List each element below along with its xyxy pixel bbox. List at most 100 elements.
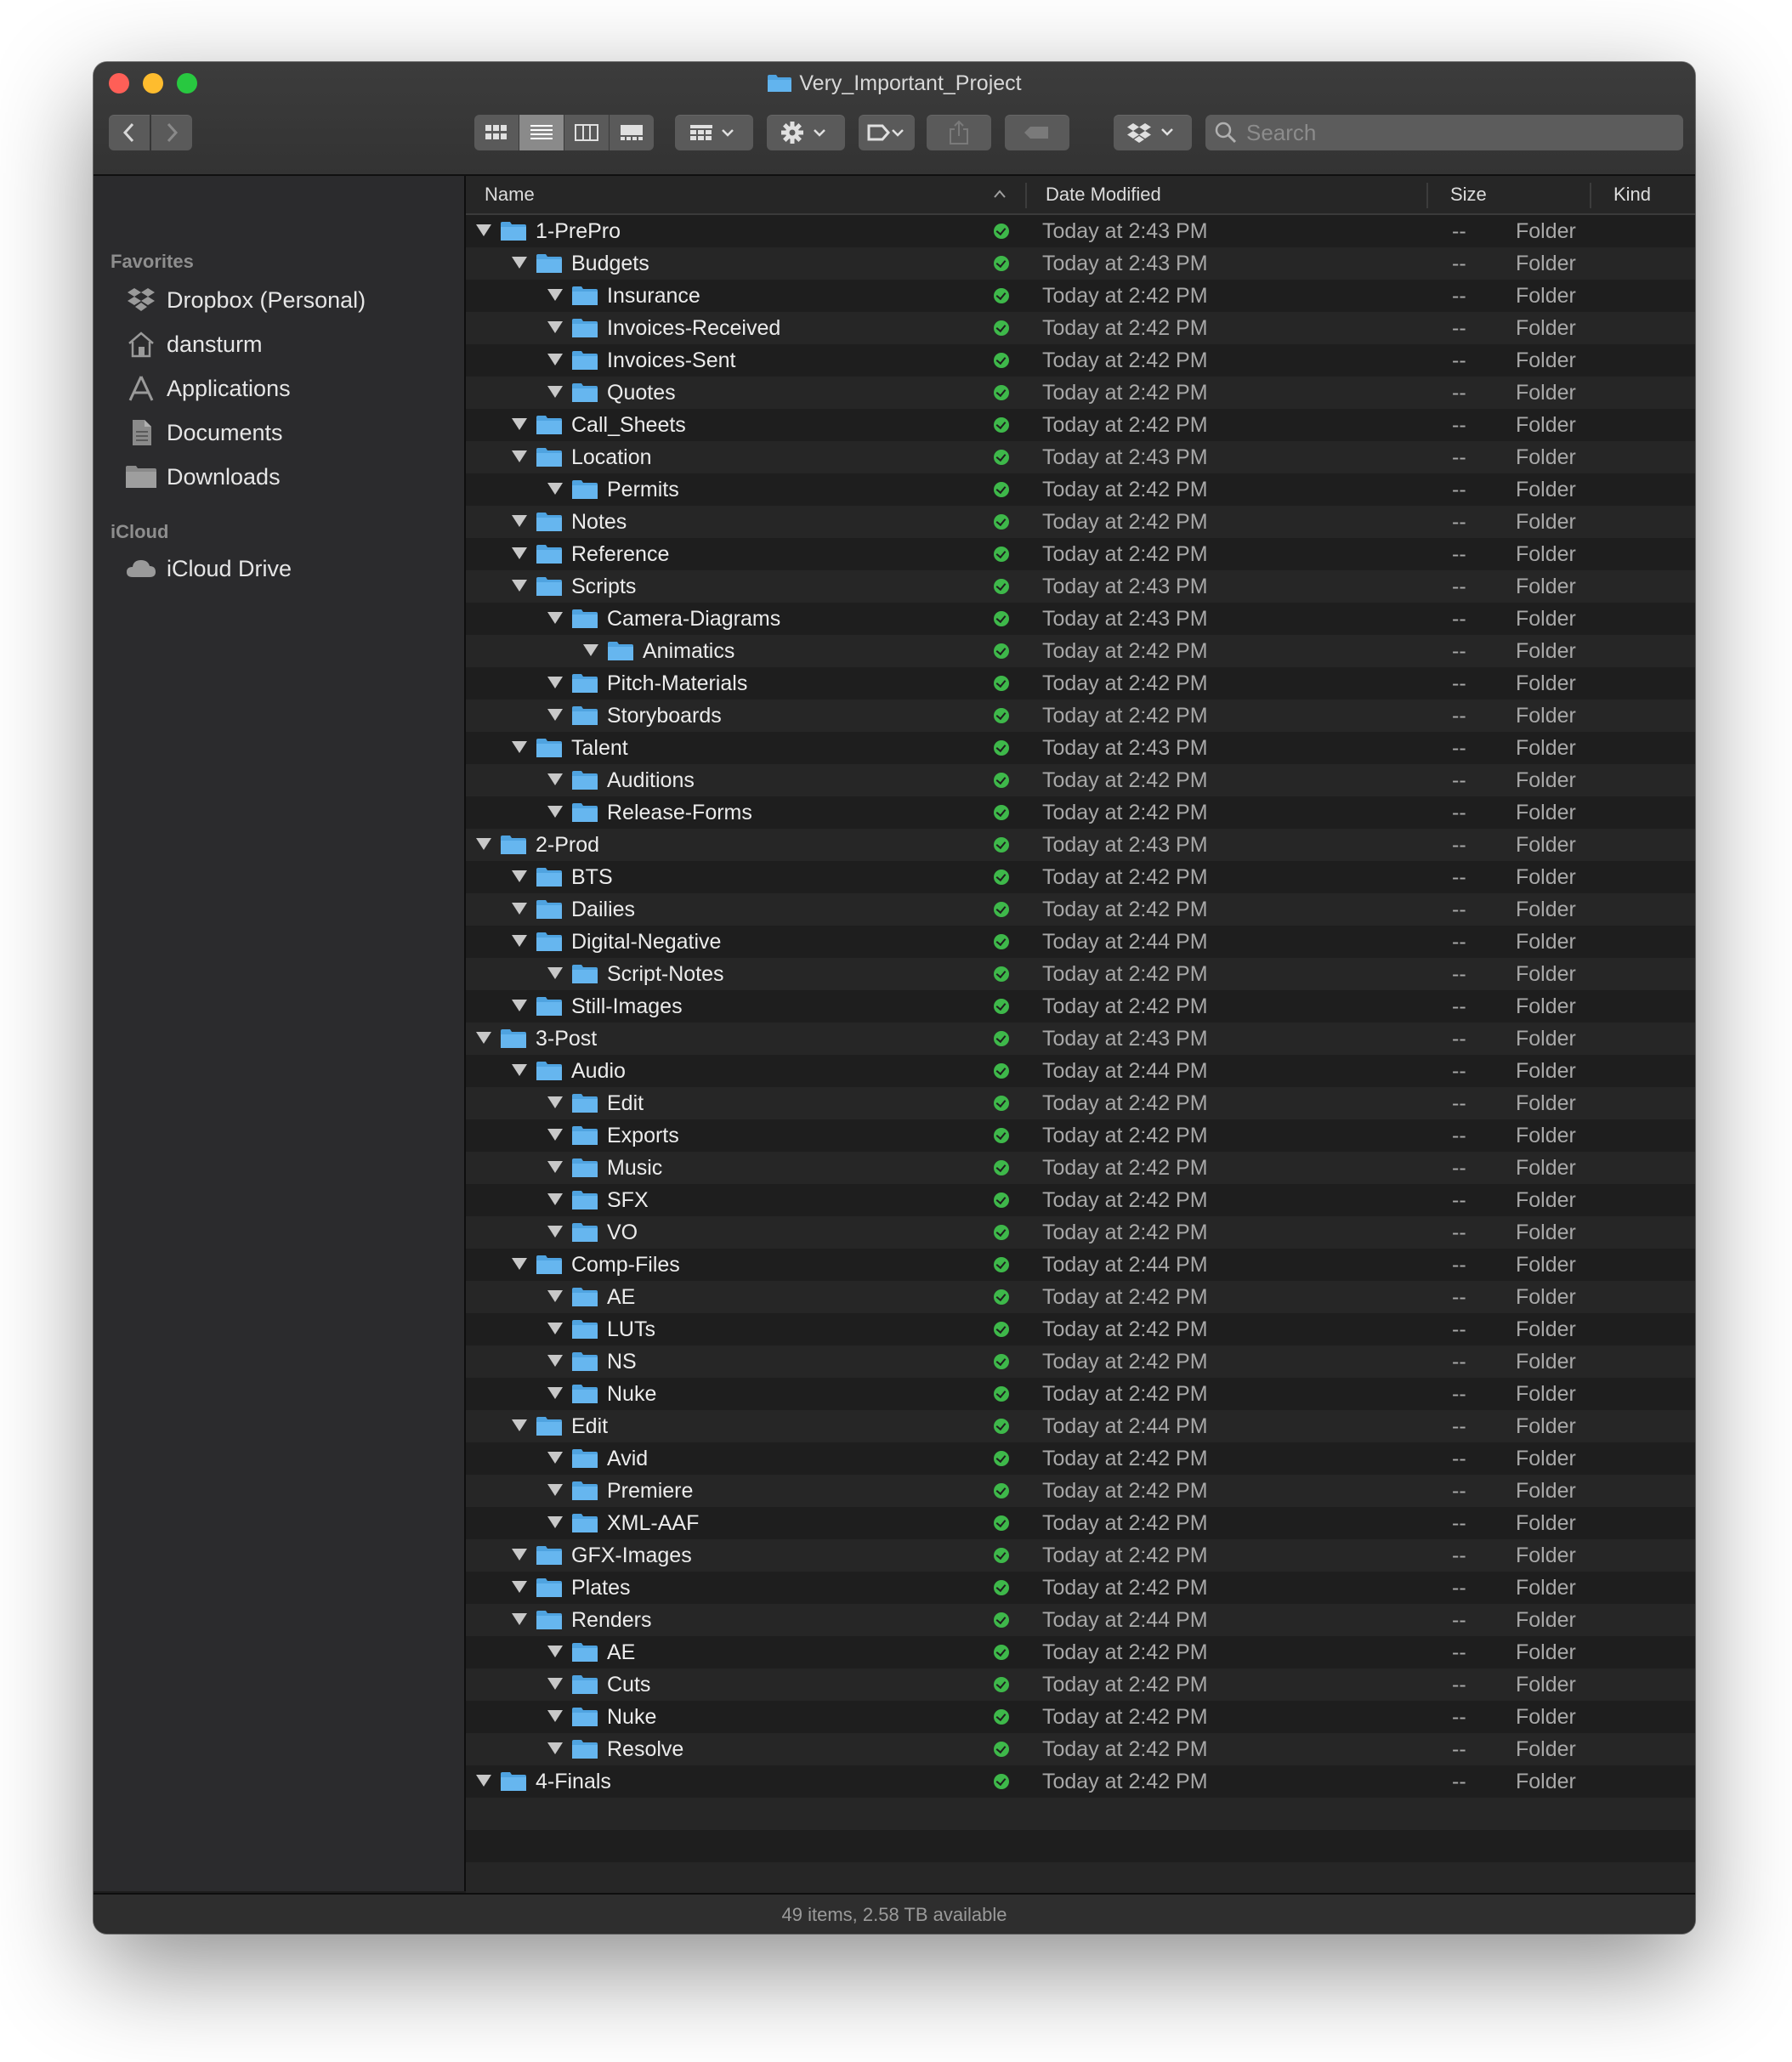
file-row[interactable]: AE Today at 2:42 PM -- Folder (466, 1636, 1695, 1668)
dropbox-menu-button[interactable] (1114, 115, 1192, 150)
disclosure-triangle-icon[interactable] (512, 1613, 527, 1625)
disclosure-triangle-icon[interactable] (547, 806, 563, 818)
disclosure-triangle-icon[interactable] (512, 450, 527, 462)
file-row[interactable]: Music Today at 2:42 PM -- Folder (466, 1152, 1695, 1184)
list-view-button[interactable] (519, 115, 564, 150)
file-row[interactable]: Still-Images Today at 2:42 PM -- Folder (466, 990, 1695, 1023)
file-row[interactable]: Budgets Today at 2:43 PM -- Folder (466, 247, 1695, 280)
disclosure-triangle-icon[interactable] (547, 321, 563, 333)
group-by-button[interactable] (675, 115, 753, 150)
file-row[interactable]: Edit Today at 2:44 PM -- Folder (466, 1410, 1695, 1442)
disclosure-triangle-icon[interactable] (547, 1161, 563, 1173)
file-row[interactable]: Invoices-Received Today at 2:42 PM -- Folde… (466, 312, 1695, 344)
disclosure-triangle-icon[interactable] (547, 612, 563, 624)
file-row[interactable]: Animatics Today at 2:42 PM -- Folder (466, 635, 1695, 667)
file-row[interactable]: 4-Finals Today at 2:42 PM -- Folder (466, 1765, 1695, 1798)
file-row[interactable]: Pitch-Materials Today at 2:42 PM -- Folder (466, 667, 1695, 700)
disclosure-triangle-icon[interactable] (547, 967, 563, 979)
file-row[interactable]: Script-Notes Today at 2:42 PM -- Folder (466, 958, 1695, 990)
file-row[interactable]: VO Today at 2:42 PM -- Folder (466, 1216, 1695, 1249)
file-row[interactable]: NS Today at 2:42 PM -- Folder (466, 1345, 1695, 1378)
file-row[interactable]: Auditions Today at 2:42 PM -- Folder (466, 764, 1695, 796)
disclosure-triangle-icon[interactable] (476, 1775, 491, 1787)
file-row[interactable]: Scripts Today at 2:43 PM -- Folder (466, 570, 1695, 603)
file-row[interactable]: Edit Today at 2:42 PM -- Folder (466, 1087, 1695, 1119)
search-field[interactable] (1205, 115, 1683, 150)
file-row[interactable]: Exports Today at 2:42 PM -- Folder (466, 1119, 1695, 1152)
disclosure-triangle-icon[interactable] (547, 289, 563, 301)
disclosure-triangle-icon[interactable] (583, 644, 598, 656)
disclosure-triangle-icon[interactable] (547, 386, 563, 398)
disclosure-triangle-icon[interactable] (512, 870, 527, 882)
disclosure-triangle-icon[interactable] (547, 1193, 563, 1205)
disclosure-triangle-icon[interactable] (547, 483, 563, 495)
disclosure-triangle-icon[interactable] (476, 224, 491, 236)
file-row[interactable]: 3-Post Today at 2:43 PM -- Folder (466, 1023, 1695, 1055)
file-row[interactable]: 2-Prod Today at 2:43 PM -- Folder (466, 829, 1695, 861)
column-divider[interactable] (1426, 183, 1428, 208)
file-row[interactable]: Camera-Diagrams Today at 2:43 PM -- Folder (466, 603, 1695, 635)
file-row[interactable]: SFX Today at 2:42 PM -- Folder (466, 1184, 1695, 1216)
disclosure-triangle-icon[interactable] (512, 741, 527, 753)
disclosure-triangle-icon[interactable] (476, 1032, 491, 1044)
file-row[interactable]: BTS Today at 2:42 PM -- Folder (466, 861, 1695, 893)
action-menu-button[interactable] (767, 115, 845, 150)
icon-view-button[interactable] (474, 115, 519, 150)
disclosure-triangle-icon[interactable] (547, 1096, 563, 1108)
disclosure-triangle-icon[interactable] (547, 1646, 563, 1657)
disclosure-triangle-icon[interactable] (512, 1064, 527, 1076)
disclosure-triangle-icon[interactable] (512, 1258, 527, 1270)
disclosure-triangle-icon[interactable] (512, 903, 527, 915)
file-row[interactable]: GFX-Images Today at 2:42 PM -- Folder (466, 1539, 1695, 1572)
disclosure-triangle-icon[interactable] (547, 709, 563, 721)
column-header-name[interactable]: Name (485, 176, 535, 213)
disclosure-triangle-icon[interactable] (512, 1419, 527, 1431)
disclosure-triangle-icon[interactable] (512, 1549, 527, 1561)
disclosure-triangle-icon[interactable] (512, 1000, 527, 1011)
share-button[interactable] (927, 115, 991, 150)
disclosure-triangle-icon[interactable] (547, 1129, 563, 1141)
disclosure-triangle-icon[interactable] (547, 1710, 563, 1722)
back-button[interactable] (109, 115, 150, 150)
file-row[interactable]: Digital-Negative Today at 2:44 PM -- Folder (466, 926, 1695, 958)
column-divider[interactable] (1025, 183, 1027, 208)
file-row[interactable]: Nuke Today at 2:42 PM -- Folder (466, 1701, 1695, 1733)
file-row[interactable]: 1-PrePro Today at 2:43 PM -- Folder (466, 215, 1695, 247)
column-divider[interactable] (1590, 183, 1591, 208)
disclosure-triangle-icon[interactable] (512, 257, 527, 269)
file-row[interactable]: Comp-Files Today at 2:44 PM -- Folder (466, 1249, 1695, 1281)
file-row[interactable]: Quotes Today at 2:42 PM -- Folder (466, 377, 1695, 409)
file-row[interactable]: Talent Today at 2:43 PM -- Folder (466, 732, 1695, 764)
disclosure-triangle-icon[interactable] (512, 1581, 527, 1593)
file-row[interactable]: Location Today at 2:43 PM -- Folder (466, 441, 1695, 473)
disclosure-triangle-icon[interactable] (547, 1452, 563, 1464)
disclosure-triangle-icon[interactable] (547, 1516, 563, 1528)
disclosure-triangle-icon[interactable] (512, 418, 527, 430)
file-row[interactable]: LUTs Today at 2:42 PM -- Folder (466, 1313, 1695, 1345)
disclosure-triangle-icon[interactable] (547, 677, 563, 688)
file-row[interactable]: Nuke Today at 2:42 PM -- Folder (466, 1378, 1695, 1410)
column-header-kind[interactable]: Kind (1613, 176, 1651, 213)
file-row[interactable]: AE Today at 2:42 PM -- Folder (466, 1281, 1695, 1313)
sidebar-item-documents[interactable]: Documents (124, 414, 283, 451)
file-row[interactable]: Call_Sheets Today at 2:42 PM -- Folder (466, 409, 1695, 441)
sidebar-item-icloud-drive[interactable]: iCloud Drive (124, 550, 292, 587)
search-input[interactable] (1245, 118, 1656, 147)
file-row[interactable]: Notes Today at 2:42 PM -- Folder (466, 506, 1695, 538)
file-row[interactable]: Renders Today at 2:44 PM -- Folder (466, 1604, 1695, 1636)
column-header-size[interactable]: Size (1450, 176, 1487, 213)
disclosure-triangle-icon[interactable] (547, 1355, 563, 1367)
file-row[interactable]: Storyboards Today at 2:42 PM -- Folder (466, 700, 1695, 732)
disclosure-triangle-icon[interactable] (547, 1678, 563, 1690)
file-row[interactable]: Dailies Today at 2:42 PM -- Folder (466, 893, 1695, 926)
disclosure-triangle-icon[interactable] (547, 1484, 563, 1496)
column-header-date-modified[interactable]: Date Modified (1046, 176, 1161, 213)
file-row[interactable]: Avid Today at 2:42 PM -- Folder (466, 1442, 1695, 1475)
edit-tags-button[interactable] (1005, 115, 1069, 150)
disclosure-triangle-icon[interactable] (476, 838, 491, 850)
file-row[interactable]: Permits Today at 2:42 PM -- Folder (466, 473, 1695, 506)
file-row[interactable]: Insurance Today at 2:42 PM -- Folder (466, 280, 1695, 312)
disclosure-triangle-icon[interactable] (547, 773, 563, 785)
disclosure-triangle-icon[interactable] (547, 1226, 563, 1238)
file-row[interactable]: Resolve Today at 2:42 PM -- Folder (466, 1733, 1695, 1765)
